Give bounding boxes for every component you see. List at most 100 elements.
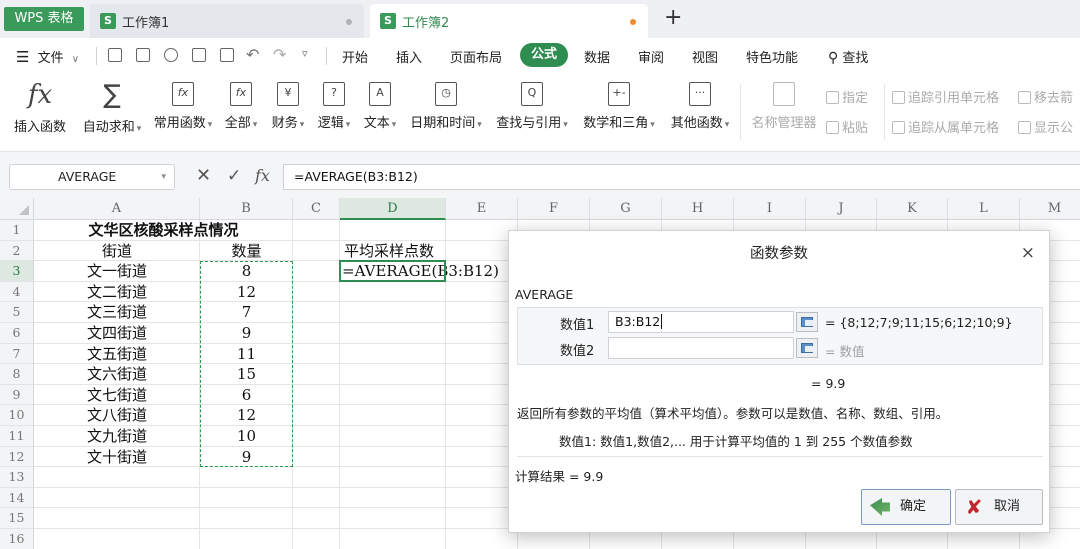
save-icon[interactable] [136, 48, 150, 62]
cancel-entry-icon[interactable]: ✕ [196, 166, 211, 186]
cell-street[interactable]: 文九街道 [34, 426, 200, 447]
close-icon[interactable]: × [1021, 243, 1035, 263]
menu-insert[interactable]: 插入 [396, 47, 422, 66]
cell-street[interactable]: 文六街道 [34, 364, 200, 385]
specify-button[interactable]: 指定 [826, 87, 868, 106]
row-header-4[interactable]: 4 [0, 281, 34, 303]
cell-street[interactable]: 文五街道 [34, 344, 200, 365]
row-header-3[interactable]: 3 [0, 261, 34, 282]
print-icon[interactable] [192, 48, 206, 62]
cell-a1-title[interactable]: 文华区核酸采样点情况 [34, 220, 293, 241]
name-manager-button[interactable]: 名称管理器 [748, 80, 820, 131]
column-header-L[interactable]: L [948, 198, 1020, 220]
all-functions-button[interactable]: fx 全部 ▾ [222, 80, 260, 131]
menu-page-layout[interactable]: 页面布局 [450, 47, 502, 66]
column-header-A[interactable]: A [34, 198, 200, 220]
column-header-J[interactable]: J [806, 198, 877, 220]
menu-formulas[interactable]: 公式 [520, 43, 568, 67]
confirm-entry-icon[interactable]: ✓ [227, 166, 241, 186]
cell-a2-header[interactable]: 街道 [34, 241, 200, 262]
cell-street[interactable]: 文二街道 [34, 282, 200, 303]
arg1-input[interactable]: B3:B12 [608, 311, 794, 333]
customize-toolbar-icon[interactable]: ▿ [302, 47, 308, 60]
row-header-12[interactable]: 12 [0, 446, 34, 468]
column-header-K[interactable]: K [877, 198, 948, 220]
cell-street[interactable]: 文十街道 [34, 447, 200, 468]
row-header-6[interactable]: 6 [0, 323, 34, 344]
cell-street[interactable]: 文四街道 [34, 323, 200, 344]
cell-street[interactable]: 文三街道 [34, 302, 200, 323]
new-tab-button[interactable]: + [664, 6, 682, 30]
range-picker-icon[interactable] [796, 312, 818, 332]
ok-button[interactable]: 确定 [861, 489, 951, 525]
format-painter-icon[interactable] [164, 48, 178, 62]
row-header-8[interactable]: 8 [0, 364, 34, 385]
row-header-15[interactable]: 15 [0, 508, 34, 529]
math-trig-button[interactable]: +- 数学和三角 ▾ [578, 80, 660, 131]
chevron-down-icon[interactable]: ▾ [161, 165, 166, 189]
financial-button[interactable]: ¥ 财务 ▾ [268, 80, 308, 131]
redo-icon[interactable]: ↷ [273, 45, 286, 64]
trace-precedents-button[interactable]: 追踪引用单元格 [892, 87, 999, 106]
row-header-7[interactable]: 7 [0, 343, 34, 365]
undo-icon[interactable]: ↶ [246, 45, 259, 64]
column-header-C[interactable]: C [293, 198, 340, 220]
column-header-G[interactable]: G [590, 198, 662, 220]
tab-workbook2[interactable]: S 工作簿2 [370, 4, 648, 38]
divider [740, 84, 741, 140]
cell-b2-header[interactable]: 数量 [200, 241, 293, 262]
column-header-M[interactable]: M [1020, 198, 1080, 220]
logical-button[interactable]: ? 逻辑 ▾ [314, 80, 354, 131]
lookup-reference-button[interactable]: Q 查找与引用 ▾ [492, 80, 572, 131]
text-button[interactable]: A 文本 ▾ [360, 80, 400, 131]
row-header-14[interactable]: 14 [0, 487, 34, 509]
column-header-H[interactable]: H [662, 198, 734, 220]
more-functions-button[interactable]: ··· 其他函数 ▾ [666, 80, 734, 131]
cell-street[interactable]: 文八街道 [34, 405, 200, 426]
column-header-F[interactable]: F [518, 198, 590, 220]
cell-street[interactable]: 文一街道 [34, 261, 200, 282]
row-header-2[interactable]: 2 [0, 240, 34, 262]
arg2-result: = 数值 [825, 344, 865, 359]
search-button[interactable]: ⚲ 查找 [828, 47, 868, 66]
row-header-1[interactable]: 1 [0, 220, 34, 241]
fx-icon[interactable]: fx [255, 166, 270, 186]
column-header-I[interactable]: I [734, 198, 806, 220]
row-header-5[interactable]: 5 [0, 302, 34, 323]
range-picker-icon[interactable] [796, 338, 818, 358]
formula-input[interactable]: =AVERAGE(B3:B12) [283, 164, 1080, 190]
select-all-corner[interactable] [0, 198, 34, 220]
row-header-11[interactable]: 11 [0, 426, 34, 447]
paste-button[interactable]: 粘贴 [826, 117, 868, 136]
cell-street[interactable]: 文七街道 [34, 385, 200, 406]
row-header-10[interactable]: 10 [0, 405, 34, 426]
row-header-13[interactable]: 13 [0, 467, 34, 488]
tab-workbook1[interactable]: S 工作簿1 [90, 4, 364, 38]
cell-d2-header[interactable]: 平均采样点数 [344, 241, 434, 262]
name-box[interactable]: AVERAGE ▾ [9, 164, 175, 190]
arg2-input[interactable] [608, 337, 794, 359]
menu-home[interactable]: 开始 [342, 47, 368, 66]
trace-dependents-button[interactable]: 追踪从属单元格 [892, 117, 999, 136]
column-header-B[interactable]: B [200, 198, 293, 220]
common-functions-button[interactable]: fx 常用函数 ▾ [150, 80, 216, 131]
menu-special-features[interactable]: 特色功能 [746, 47, 798, 66]
row-header-16[interactable]: 16 [0, 529, 34, 549]
open-folder-icon[interactable] [108, 48, 122, 62]
paste-icon [826, 121, 839, 134]
print-preview-icon[interactable] [220, 48, 234, 62]
column-header-D[interactable]: D [340, 198, 446, 220]
show-formulas-button[interactable]: 显示公 [1018, 117, 1073, 136]
row-header-9[interactable]: 9 [0, 384, 34, 406]
cancel-button[interactable]: ✘ 取消 [955, 489, 1043, 525]
menu-review[interactable]: 审阅 [638, 47, 664, 66]
file-menu[interactable]: ☰ 文件 ∨ [16, 47, 79, 66]
insert-function-button[interactable]: fx 插入函数 [10, 80, 70, 135]
app-name-badge[interactable]: WPS 表格 [4, 7, 84, 31]
autosum-button[interactable]: ∑ 自动求和 ▾ [78, 80, 146, 135]
menu-view[interactable]: 视图 [692, 47, 718, 66]
date-time-button[interactable]: ◷ 日期和时间 ▾ [406, 80, 486, 131]
column-header-E[interactable]: E [446, 198, 518, 220]
menu-data[interactable]: 数据 [584, 47, 610, 66]
remove-arrows-button[interactable]: 移去箭 [1018, 87, 1073, 106]
